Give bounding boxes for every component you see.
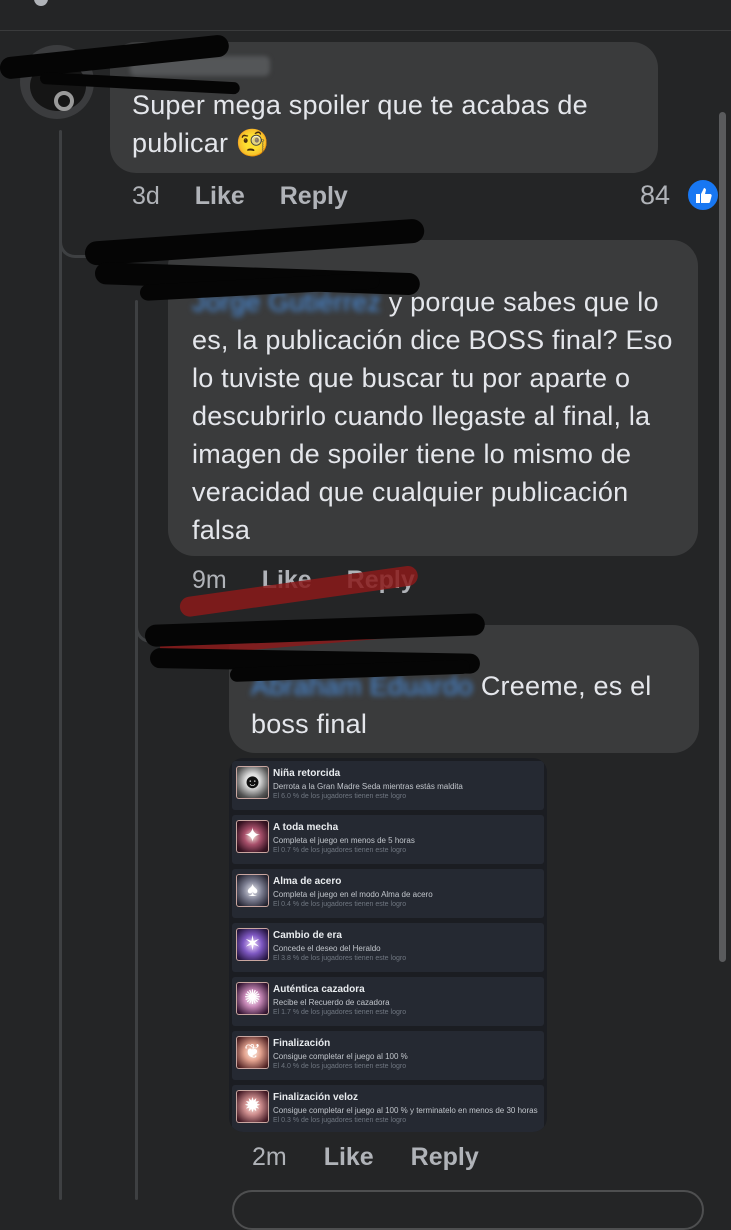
comment-meta: 2m Like Reply (252, 1143, 479, 1172)
speed-completion-icon: ✹ (236, 1090, 269, 1123)
comment-body: y porque sabes que lo es, la publicación… (192, 287, 673, 545)
reaction-count[interactable]: 84 (640, 180, 670, 211)
thread-line-reply (135, 300, 138, 1200)
achievement-description: Consigue completar el juego al 100 % y t… (273, 1106, 538, 1115)
achievement-percentage: El 3.8 % de los jugadores tienen este lo… (273, 955, 407, 962)
hunter-icon: ✺ (236, 982, 269, 1015)
like-button[interactable]: Like (324, 1143, 374, 1172)
comment-meta: 3d Like Reply (132, 182, 348, 211)
herald-icon: ✶ (236, 928, 269, 961)
top-partial-icon (34, 0, 48, 6)
reply-button[interactable]: Reply (411, 1143, 479, 1172)
thread-line-main (59, 130, 62, 1200)
achievement-description: Recibe el Recuerdo de cazadora (273, 998, 390, 1007)
comment-timestamp[interactable]: 2m (252, 1143, 287, 1172)
like-button[interactable]: Like (195, 182, 245, 211)
achievement-row: ✶ Cambio de era Concede el deseo del Her… (232, 923, 544, 972)
achievement-percentage: El 0.4 % de los jugadores tienen este lo… (273, 901, 407, 908)
achievement-percentage: El 0.3 % de los jugadores tienen este lo… (273, 1117, 407, 1124)
comment-timestamp[interactable]: 9m (192, 566, 227, 595)
achievement-row: ✦ A toda mecha Completa el juego en meno… (232, 815, 544, 864)
masked-girl-icon: ☻ (236, 766, 269, 799)
reply-input-partial[interactable] (232, 1190, 704, 1230)
achievement-title: Auténtica cazadora (273, 984, 365, 995)
achievement-row: ♠ Alma de acero Completa el juego en el … (232, 869, 544, 918)
comment-text: Super mega spoiler que te acabas de publ… (132, 90, 588, 158)
achievement-row: ✹ Finalización veloz Consigue completar … (232, 1085, 544, 1132)
steel-shell-icon: ♠ (236, 874, 269, 907)
scrollbar[interactable] (719, 112, 726, 962)
achievement-title: Cambio de era (273, 930, 342, 941)
top-divider (0, 30, 731, 31)
reply-button[interactable]: Reply (280, 182, 348, 211)
achievement-description: Completa el juego en el modo Alma de ace… (273, 890, 433, 899)
comment-text: Jorge Gutiérrez y porque sabes que lo es… (192, 283, 682, 549)
completion-icon: ❦ (236, 1036, 269, 1069)
achievement-title: Alma de acero (273, 876, 342, 887)
achievement-percentage: El 0.7 % de los jugadores tienen este lo… (273, 847, 407, 854)
achievement-description: Derrota a la Gran Madre Seda mientras es… (273, 782, 463, 791)
achievement-description: Completa el juego en menos de 5 horas (273, 836, 415, 845)
achievement-row: ✺ Auténtica cazadora Recibe el Recuerdo … (232, 977, 544, 1026)
achievement-description: Concede el deseo del Heraldo (273, 944, 381, 953)
needle-icon: ✦ (236, 820, 269, 853)
comment-bubble[interactable]: Super mega spoiler que te acabas de publ… (110, 42, 658, 173)
achievement-row: ❦ Finalización Consigue completar el jue… (232, 1031, 544, 1080)
like-reaction-icon[interactable] (686, 178, 720, 212)
achievement-title: A toda mecha (273, 822, 339, 833)
achievement-row: ☻ Niña retorcida Derrota a la Gran Madre… (232, 761, 544, 810)
achievement-description: Consigue completar el juego al 100 % (273, 1052, 408, 1061)
achievement-percentage: El 4.0 % de los jugadores tienen este lo… (273, 1063, 407, 1070)
achievement-title: Niña retorcida (273, 768, 341, 779)
achievements-image[interactable]: ☻ Niña retorcida Derrota a la Gran Madre… (229, 758, 547, 1132)
achievement-percentage: El 6.0 % de los jugadores tienen este lo… (273, 793, 407, 800)
achievement-percentage: El 1.7 % de los jugadores tienen este lo… (273, 1009, 407, 1016)
achievement-title: Finalización veloz (273, 1092, 359, 1103)
comment-timestamp[interactable]: 3d (132, 182, 160, 211)
achievement-title: Finalización (273, 1038, 331, 1049)
